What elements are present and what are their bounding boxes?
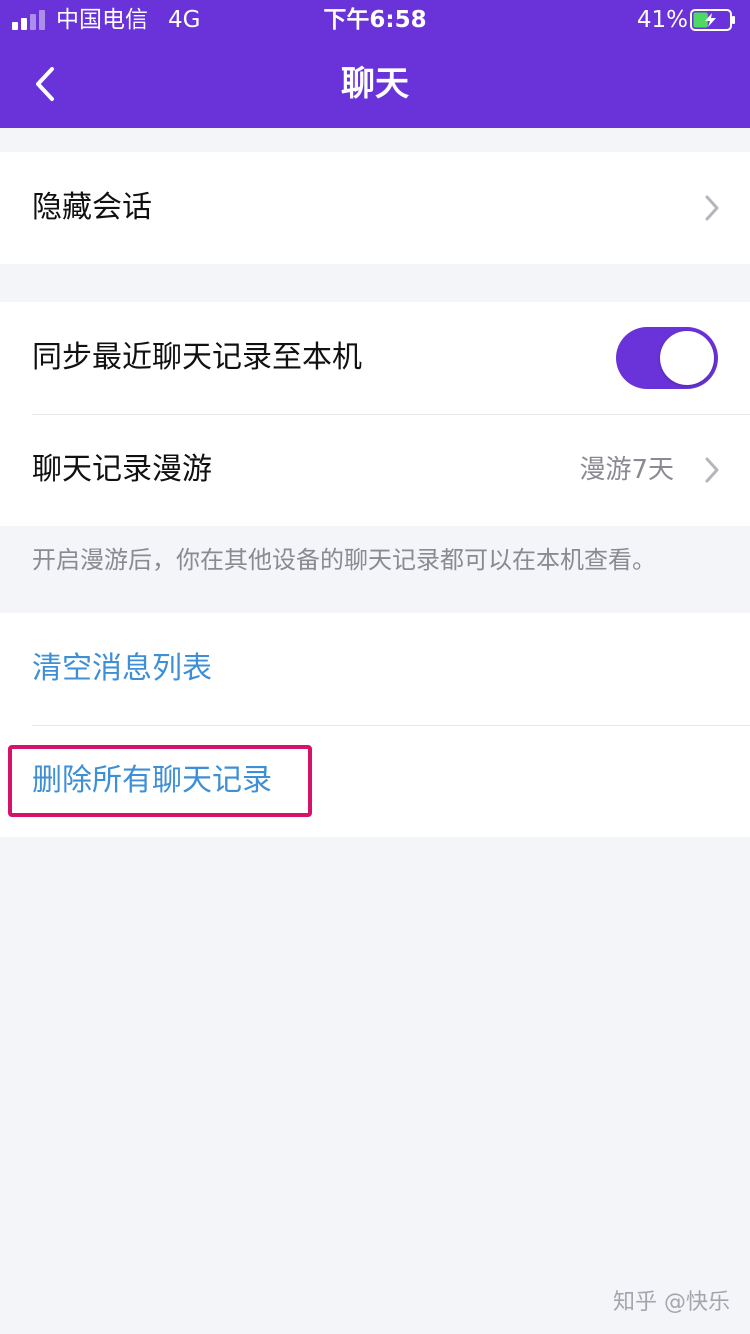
sync-history-label: 同步最近聊天记录至本机 <box>32 340 362 375</box>
hidden-chats-row[interactable]: 隐藏会话 <box>0 152 750 264</box>
chevron-right-icon <box>705 195 719 221</box>
header: 中国电信 4G 下午6:58 41% 聊天 <box>0 0 750 128</box>
page-title: 聊天 <box>341 64 409 104</box>
status-bar: 中国电信 4G 下午6:58 41% <box>0 0 750 40</box>
battery-percent: 41% <box>636 7 688 33</box>
delete-all-history-row[interactable]: 删除所有聊天记录 <box>0 725 750 837</box>
hidden-chats-group: 隐藏会话 <box>0 152 750 264</box>
chevron-right-icon <box>705 457 719 483</box>
history-roaming-value: 漫游7天 <box>579 455 674 485</box>
history-roaming-row[interactable]: 聊天记录漫游 漫游7天 <box>0 414 750 526</box>
watermark: 知乎 @快乐 <box>613 1290 730 1315</box>
clear-message-list-row[interactable]: 清空消息列表 <box>0 613 750 725</box>
delete-all-history-label: 删除所有聊天记录 <box>32 763 272 798</box>
sync-history-toggle[interactable] <box>616 327 718 389</box>
back-button[interactable] <box>20 54 68 114</box>
roaming-hint-text: 开启漫游后，你在其他设备的聊天记录都可以在本机查看。 <box>32 546 656 574</box>
sync-history-row: 同步最近聊天记录至本机 <box>0 302 750 414</box>
chevron-left-icon <box>36 67 54 101</box>
hidden-chats-label: 隐藏会话 <box>32 190 152 225</box>
history-roaming-label: 聊天记录漫游 <box>32 452 212 487</box>
battery-charging-icon <box>690 9 735 31</box>
clear-actions-group: 清空消息列表 删除所有聊天记录 <box>0 613 750 837</box>
clear-message-list-label: 清空消息列表 <box>32 651 212 686</box>
toggle-knob <box>660 331 714 385</box>
nav-bar: 聊天 <box>0 40 750 128</box>
chat-history-group: 同步最近聊天记录至本机 聊天记录漫游 漫游7天 <box>0 302 750 526</box>
